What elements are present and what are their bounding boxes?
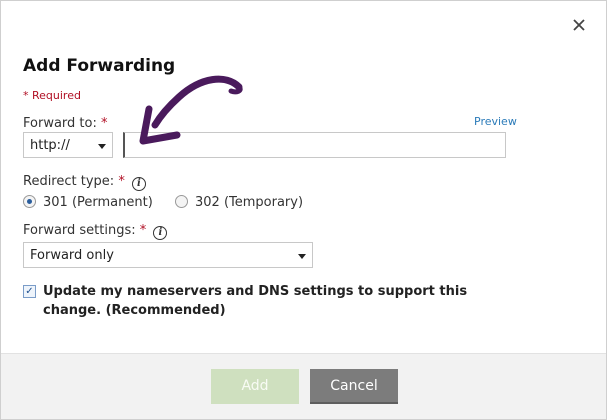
protocol-select-value: http://	[30, 138, 70, 153]
redirect-type-label: Redirect type: * i	[23, 174, 146, 191]
radio-selected-icon	[23, 195, 36, 208]
protocol-select[interactable]: http://	[23, 132, 113, 158]
update-dns-label[interactable]: Update my nameservers and DNS settings t…	[43, 282, 513, 320]
required-star: *	[139, 223, 147, 238]
radio-302-label: 302 (Temporary)	[195, 195, 304, 210]
forward-settings-label: Forward settings: * i	[23, 223, 168, 240]
add-button[interactable]: Add	[211, 369, 299, 404]
radio-302-temporary[interactable]: 302 (Temporary)	[175, 195, 303, 210]
radio-301-label: 301 (Permanent)	[43, 195, 153, 210]
redirect-type-label-text: Redirect type:	[23, 174, 115, 189]
forward-settings-label-text: Forward settings:	[23, 223, 136, 238]
add-forwarding-dialog: Add Forwarding * Required Forward to: * …	[0, 0, 607, 420]
chevron-down-icon	[298, 254, 306, 259]
required-star: *	[118, 174, 125, 189]
radio-301-permanent[interactable]: 301 (Permanent)	[23, 195, 153, 210]
info-icon[interactable]: i	[131, 177, 146, 191]
update-dns-checkbox[interactable]: ✓	[23, 285, 36, 298]
chevron-down-icon	[98, 144, 106, 149]
required-star: *	[100, 116, 108, 131]
forward-to-label-text: Forward to:	[23, 116, 97, 131]
dialog-footer: Add Cancel	[1, 353, 606, 419]
forward-to-label: Forward to: *	[23, 116, 107, 131]
cancel-button[interactable]: Cancel	[310, 369, 398, 404]
close-icon[interactable]	[569, 15, 589, 35]
forward-settings-select-value: Forward only	[30, 248, 114, 263]
forward-settings-select[interactable]: Forward only	[23, 242, 313, 268]
radio-unselected-icon	[175, 195, 188, 208]
required-note: * Required	[23, 89, 81, 102]
annotation-arrow-icon	[139, 75, 243, 145]
info-icon[interactable]: i	[153, 226, 168, 240]
preview-link[interactable]: Preview	[474, 115, 517, 128]
